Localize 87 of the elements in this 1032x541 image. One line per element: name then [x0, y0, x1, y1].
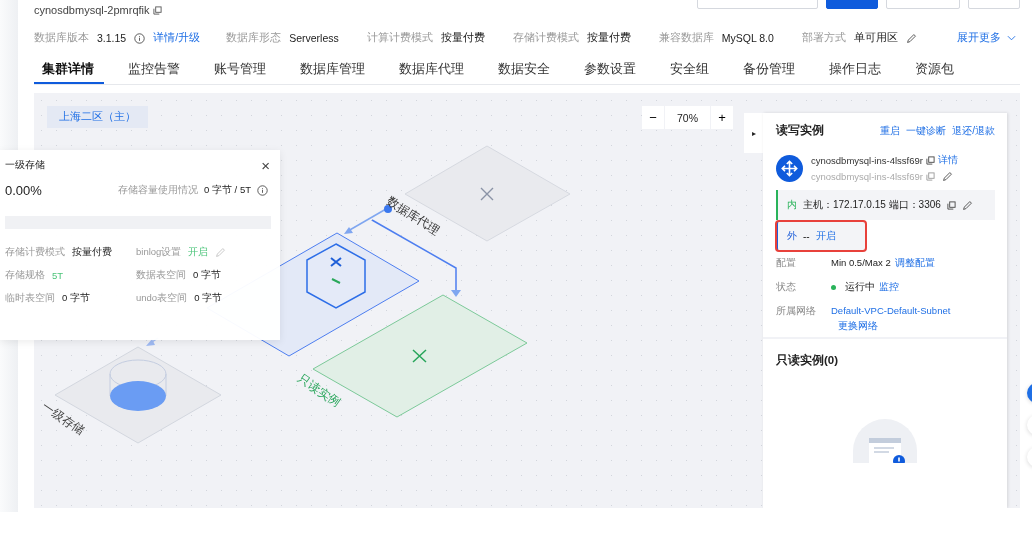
tab[interactable]: 参数设置 [574, 56, 646, 84]
info-icon[interactable] [134, 32, 146, 44]
field-value: 0 字节 [62, 292, 90, 305]
cluster-name: cynosdbmysql-2pmrqfik [34, 4, 150, 16]
zoom-level: 70% [665, 106, 710, 129]
node-label: 数据库代理 [383, 193, 443, 240]
panel-toggle[interactable]: ▸ [744, 113, 763, 153]
field-value: 运行中 [845, 281, 875, 294]
cube-icon [306, 243, 366, 309]
expand-more-link[interactable]: 展开更多 [957, 31, 1001, 45]
edit-icon[interactable] [905, 32, 917, 44]
copy-icon[interactable] [925, 155, 935, 165]
panel-title: 读写实例 [776, 123, 824, 138]
tab[interactable]: 数据库管理 [290, 56, 375, 84]
change-network-link[interactable]: 更换网络 [838, 320, 995, 333]
node-label: 只读实例 [294, 370, 344, 412]
edit-icon[interactable] [961, 199, 973, 211]
info-value: 3.1.15 [97, 32, 127, 44]
edit-icon[interactable] [941, 170, 953, 182]
enable-link[interactable]: 开启 [815, 229, 836, 243]
info-label: 兼容数据库 [658, 31, 714, 45]
move-arrows-icon [776, 154, 803, 182]
field-value: 5T [52, 270, 64, 281]
field-label: undo表空间 [136, 292, 188, 305]
field-label: binlog设置 [136, 246, 182, 259]
tab[interactable]: 资源包 [905, 56, 964, 84]
popover-title: 一级存储 [5, 159, 45, 172]
tab[interactable]: 监控告警 [118, 56, 190, 84]
field-label: 状态 [776, 281, 797, 294]
field-link[interactable]: Default-VPC-Default-Subnet [831, 305, 951, 316]
upgrade-link[interactable]: 详情/升级 [153, 31, 201, 45]
zoom-in-button[interactable]: + [711, 106, 733, 129]
tab[interactable]: 备份管理 [733, 56, 805, 84]
info-value: 单可用区 [853, 31, 898, 45]
field-label: 存储规格 [5, 269, 45, 282]
tab[interactable]: 操作日志 [819, 56, 891, 84]
instance-name: cynosdbmysql-ins-4lssf69r [811, 154, 923, 166]
usage-percent: 0.00% [5, 183, 42, 198]
field-value: 0 字节 [193, 269, 221, 282]
info-label: 部署方式 [801, 31, 846, 45]
detail-link[interactable]: 详情 [937, 153, 958, 167]
edit-icon[interactable] [215, 247, 227, 258]
network-address: 主机：172.17.0.15 端口：3306 [803, 198, 941, 212]
tab[interactable]: 数据安全 [488, 56, 560, 84]
field-label: 临时表空间 [5, 292, 55, 305]
close-button[interactable]: × [261, 158, 270, 173]
info-icon[interactable] [257, 185, 268, 196]
tab[interactable]: 数据库代理 [389, 56, 474, 84]
info-value: 按量付费 [586, 31, 631, 45]
field-label: 存储计费模式 [5, 246, 65, 259]
copy-icon[interactable] [946, 200, 956, 210]
copy-icon[interactable] [152, 5, 162, 15]
field-label: 数据表空间 [136, 269, 186, 282]
action-link[interactable]: 一键诊断 [906, 123, 947, 138]
info-value: Serverless [289, 32, 339, 44]
info-value: 按量付费 [440, 31, 485, 45]
copy-icon[interactable] [925, 171, 935, 181]
section-title: 只读实例(0) [776, 353, 839, 368]
field-value: 按量付费 [72, 246, 112, 259]
network-address: -- [803, 230, 810, 242]
field-value: 开启 [188, 246, 209, 259]
node-label: 一级存储 [38, 398, 88, 440]
instance-id: cynosdbmysql-ins-4lssf69r [811, 170, 923, 182]
field-value: Min 0.5/Max 2 [831, 257, 891, 268]
tab[interactable]: 安全组 [660, 56, 719, 84]
info-label: 数据库版本 [34, 31, 89, 45]
usage-label: 存储容量使用情况 [118, 184, 199, 197]
field-label: 配置 [776, 257, 797, 270]
info-value: MySQL 8.0 [721, 32, 774, 44]
action-link[interactable]: 退还/退款 [952, 123, 995, 138]
usage-value: 0 字节 / 5T [204, 184, 251, 197]
network-tag: 内 [787, 198, 797, 212]
tab[interactable]: 集群详情 [34, 56, 104, 84]
field-label: 所属网络 [776, 305, 817, 318]
info-label: 数据库形态 [226, 31, 282, 45]
field-link[interactable]: 监控 [879, 281, 899, 294]
info-label: 存储计费模式 [512, 31, 579, 45]
action-link[interactable]: 重启 [880, 123, 901, 138]
chevron-down-icon[interactable] [1007, 35, 1016, 41]
empty-list-icon [853, 419, 917, 463]
field-value: 0 字节 [194, 292, 223, 305]
zoom-out-button[interactable]: − [642, 106, 664, 129]
zone-tag: 上海二区（主） [47, 106, 148, 128]
field-link[interactable]: 调整配置 [894, 257, 935, 270]
tab[interactable]: 账号管理 [204, 56, 276, 84]
info-label: 计算计费模式 [366, 31, 433, 45]
network-tag: 外 [787, 229, 797, 243]
